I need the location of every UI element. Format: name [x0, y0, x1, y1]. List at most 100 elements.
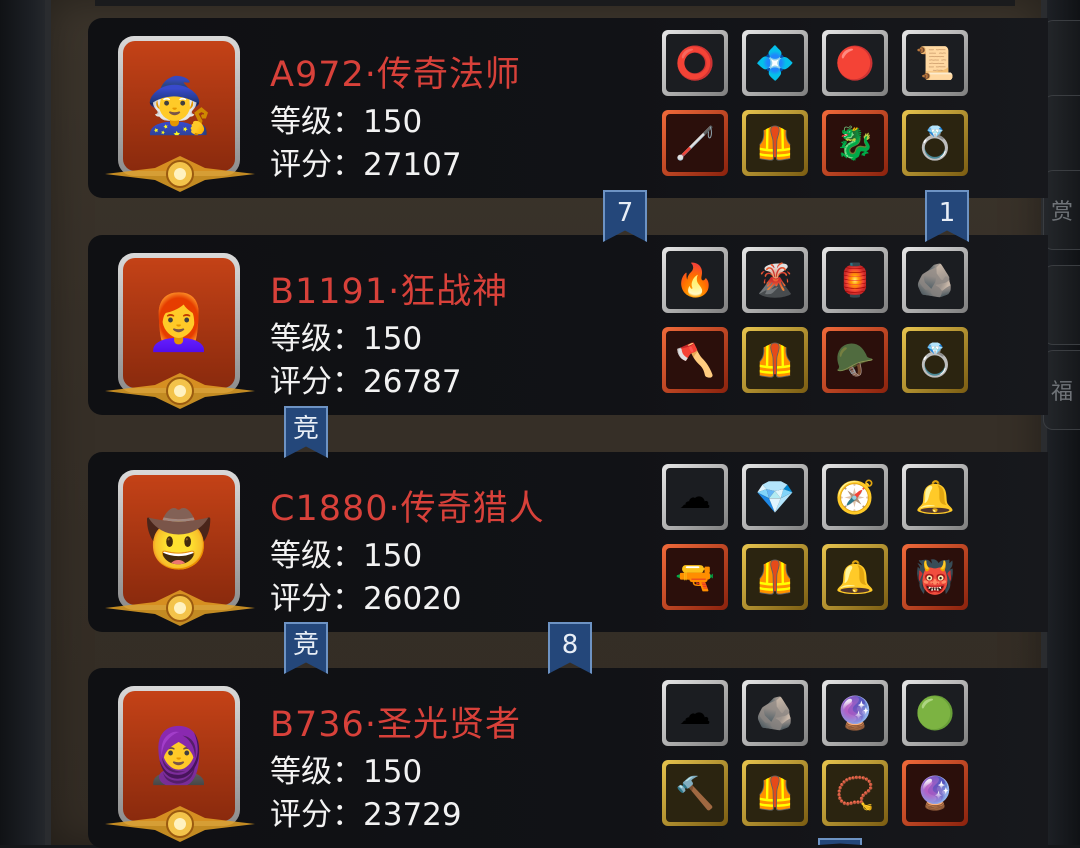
side-tab-4[interactable] — [1043, 265, 1080, 345]
slot-glyph: 🔔 — [826, 548, 884, 606]
hero-portrait[interactable]: 🧙 — [118, 36, 240, 176]
equipment-grid: 🔥 🌋 🏮 🪨 🪓 🦺 🪖 💍 — [662, 247, 972, 397]
side-tab-2[interactable] — [1043, 95, 1080, 175]
slot-glyph: 🦺 — [746, 114, 804, 172]
slot-glyph: 🪓 — [666, 331, 724, 389]
flame-crown-icon[interactable]: 🔥 — [662, 247, 728, 313]
slot-glyph: 🔔 — [906, 468, 964, 526]
slot-glyph: 🟢 — [906, 684, 964, 742]
hero-score: 评分：26020 — [270, 581, 462, 617]
compass-icon[interactable]: 🧭 — [822, 464, 888, 530]
slot-glyph: 💍 — [906, 331, 964, 389]
bell-icon[interactable]: 🔔 — [822, 544, 888, 610]
fire-orb-icon[interactable]: 🌋 — [742, 247, 808, 313]
ranking-row[interactable]: 👩‍🦰 B1191·狂战神 等级：150 评分：26787 🔥 🌋 🏮 🪨 🪓 … — [88, 235, 1048, 415]
hero-level: 等级：150 — [270, 104, 423, 140]
teal-stone-icon[interactable]: 🟢 — [902, 680, 968, 746]
blue-gem-icon[interactable]: 💠 — [742, 30, 808, 96]
slot-glyph: 🔨 — [666, 764, 724, 822]
teal-gem-icon[interactable]: 💎 — [742, 464, 808, 530]
hero-level: 等级：150 — [270, 538, 423, 574]
cloud-ring-icon[interactable]: ☁ — [662, 464, 728, 530]
armor-icon[interactable]: 🦺 — [742, 327, 808, 393]
wizard-portrait-icon: 🧙 — [145, 74, 213, 137]
slot-glyph: 💎 — [746, 468, 804, 526]
staff-icon[interactable]: 🦯 — [662, 110, 728, 176]
slot-glyph: 🔮 — [906, 764, 964, 822]
top-strip — [95, 0, 1015, 6]
amulet-icon[interactable]: 📿 — [822, 760, 888, 826]
rank-emblem-icon — [105, 806, 255, 842]
ranking-row[interactable]: 🧙 A972·传奇法师 等级：150 评分：27107 ⭕ 💠 🔴 📜 🦯 🦺 … — [88, 18, 1048, 198]
armor-icon[interactable]: 🦺 — [742, 760, 808, 826]
slot-glyph: 🪨 — [906, 251, 964, 309]
stone-icon[interactable]: 🪨 — [902, 247, 968, 313]
club-icon[interactable]: 🔨 — [662, 760, 728, 826]
slot-glyph: 🔴 — [826, 34, 884, 92]
ring-icon[interactable]: 💍 — [902, 110, 968, 176]
hero-score: 评分：27107 — [270, 147, 462, 183]
slot-glyph: 💠 — [746, 34, 804, 92]
slot-glyph: 🦯 — [666, 114, 724, 172]
lantern-icon[interactable]: 🏮 — [822, 247, 888, 313]
hero-name: C1880·传奇猎人 — [270, 489, 545, 529]
slot-glyph: 📿 — [826, 764, 884, 822]
armor-icon[interactable]: 🦺 — [742, 110, 808, 176]
hero-score: 评分：23729 — [270, 797, 462, 833]
side-tab-welfare[interactable]: 福 — [1043, 350, 1080, 430]
ring-icon[interactable]: 💍 — [902, 327, 968, 393]
axe-icon[interactable]: 🪓 — [662, 327, 728, 393]
hero-portrait[interactable]: 🧕 — [118, 686, 240, 826]
rank-emblem-icon — [105, 156, 255, 192]
equipment-grid: ⭕ 💠 🔴 📜 🦯 🦺 🐉 💍 — [662, 30, 972, 180]
cloud-ring-icon[interactable]: ☁ — [662, 680, 728, 746]
side-tab-1[interactable] — [1043, 20, 1080, 100]
rank-emblem-icon — [105, 373, 255, 409]
armor-icon[interactable]: 🦺 — [742, 544, 808, 610]
bracer-icon[interactable]: ⭕ — [662, 30, 728, 96]
sage-portrait-icon: 🧕 — [145, 724, 213, 787]
berserker-portrait-icon: 👩‍🦰 — [145, 291, 213, 354]
red-gem-icon[interactable]: 🔴 — [822, 30, 888, 96]
slot-glyph: ⭕ — [666, 34, 724, 92]
purple-crystal-icon[interactable]: 🔮 — [822, 680, 888, 746]
hero-level: 等级：150 — [270, 754, 423, 790]
hero-level: 等级：150 — [270, 321, 423, 357]
slot-glyph: 🦺 — [746, 331, 804, 389]
slot-glyph: ☁ — [666, 684, 724, 742]
hero-portrait[interactable]: 👩‍🦰 — [118, 253, 240, 393]
ranking-row[interactable]: 🧕 B736·圣光贤者 等级：150 评分：23729 ☁ 🪨 🔮 🟢 🔨 🦺 … — [88, 668, 1048, 848]
slot-glyph: 🪖 — [826, 331, 884, 389]
hunter-portrait-icon: 🤠 — [145, 508, 213, 571]
rank-emblem-icon — [105, 590, 255, 626]
side-tab-reward[interactable]: 赏 — [1043, 170, 1080, 250]
helm-icon[interactable]: 🪖 — [822, 327, 888, 393]
slot-glyph: 🔫 — [666, 548, 724, 606]
slot-glyph: 🔮 — [826, 684, 884, 742]
slot-glyph: 🦺 — [746, 548, 804, 606]
slot-glyph: 🪨 — [746, 684, 804, 742]
pistol-icon[interactable]: 🔫 — [662, 544, 728, 610]
slot-glyph: 🦺 — [746, 764, 804, 822]
hero-name: A972·传奇法师 — [270, 55, 521, 95]
slot-glyph: 🌋 — [746, 251, 804, 309]
hero-name: B1191·狂战神 — [270, 272, 509, 312]
hero-name: B736·圣光贤者 — [270, 705, 521, 745]
ranking-row[interactable]: 🤠 C1880·传奇猎人 等级：150 评分：26020 ☁ 💎 🧭 🔔 🔫 🦺… — [88, 452, 1048, 632]
scroll-icon[interactable]: 📜 — [902, 30, 968, 96]
slot-glyph: 👹 — [906, 548, 964, 606]
side-tab-label: 福 — [1050, 380, 1073, 405]
bell-icon[interactable]: 🔔 — [902, 464, 968, 530]
dragon-helm-icon[interactable]: 🐉 — [822, 110, 888, 176]
hero-score: 评分：26787 — [270, 364, 462, 400]
slot-glyph: 💍 — [906, 114, 964, 172]
demon-mask-icon[interactable]: 👹 — [902, 544, 968, 610]
equipment-grid: ☁ 🪨 🔮 🟢 🔨 🦺 📿 🔮 — [662, 680, 972, 830]
slot-glyph: ☁ — [666, 468, 724, 526]
hero-portrait[interactable]: 🤠 — [118, 470, 240, 610]
orb-icon[interactable]: 🔮 — [902, 760, 968, 826]
side-tab-label: 赏 — [1050, 200, 1073, 225]
slot-glyph: 🏮 — [826, 251, 884, 309]
slot-glyph: 🐉 — [826, 114, 884, 172]
ore-icon[interactable]: 🪨 — [742, 680, 808, 746]
